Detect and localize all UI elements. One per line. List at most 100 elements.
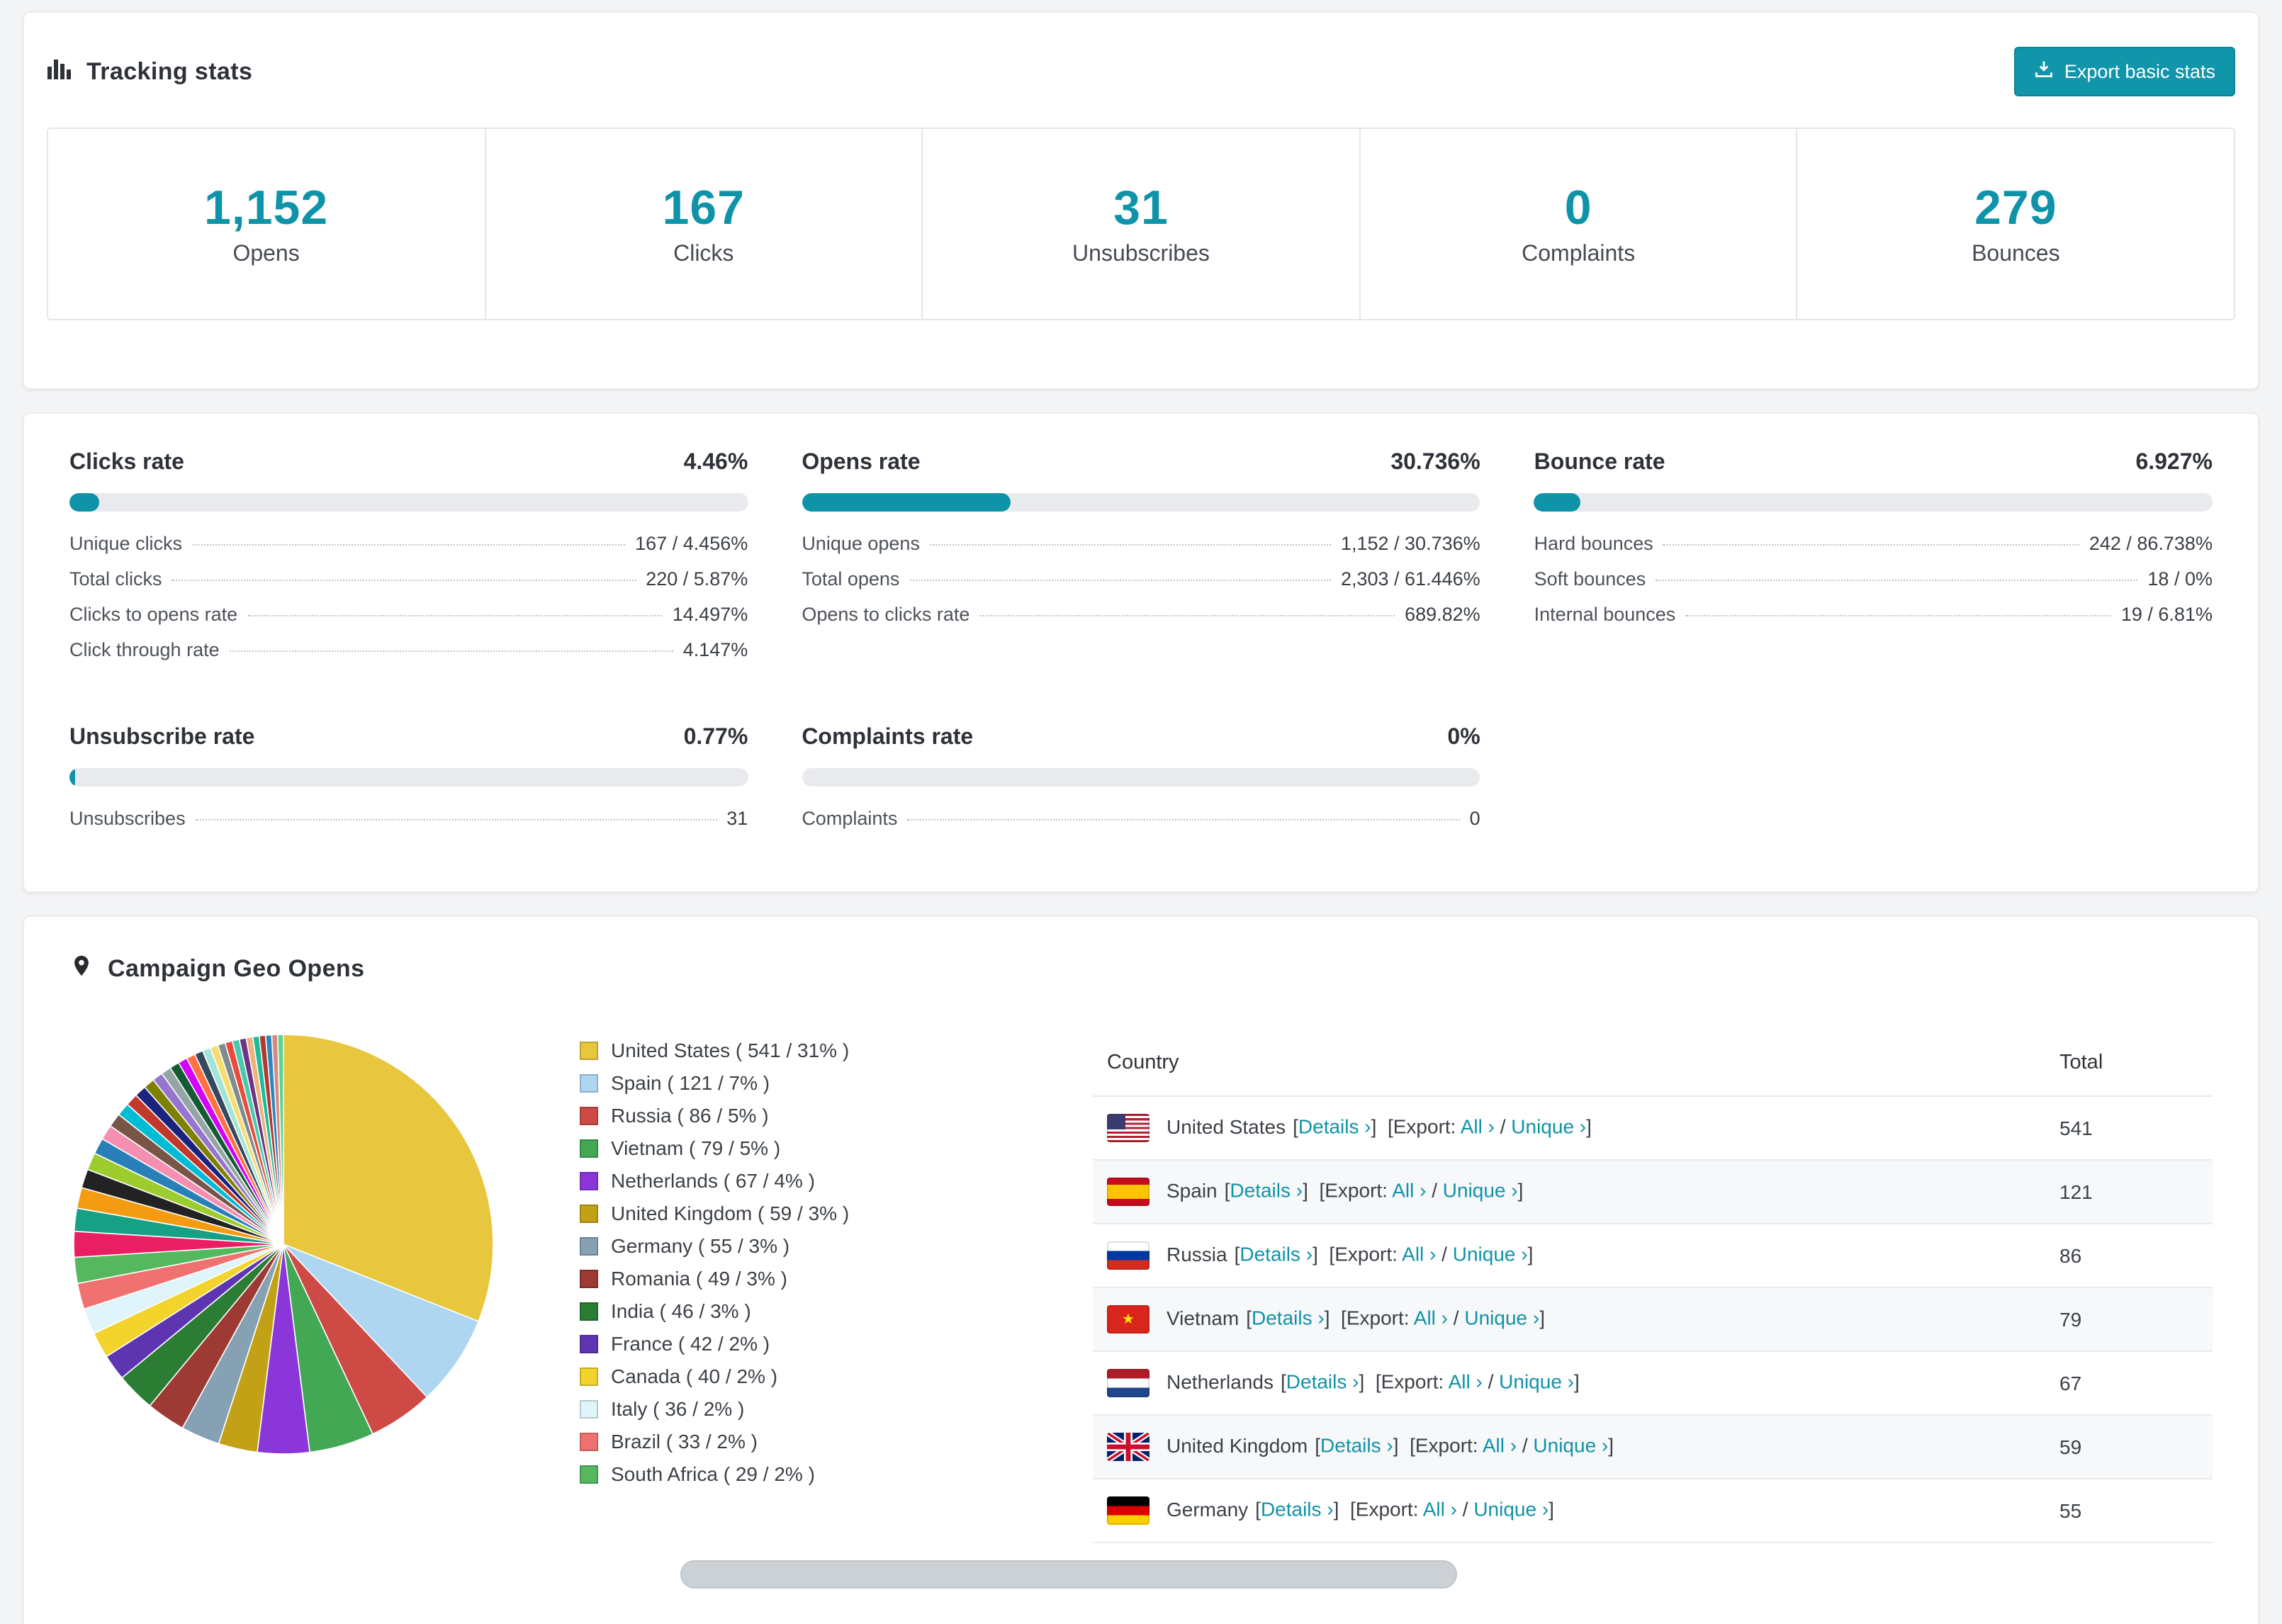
stat-unsubscribes: 31 Unsubscribes bbox=[921, 129, 1359, 319]
geo-table-row: Netherlands [Details ›] [Export: All › / … bbox=[1093, 1351, 2213, 1416]
rate-row: Unsubscribes 31 bbox=[69, 808, 748, 829]
country-name: Spain bbox=[1167, 1178, 1218, 1202]
export-unique-link[interactable]: Unique › bbox=[1453, 1242, 1528, 1265]
export-unique-link[interactable]: Unique › bbox=[1533, 1433, 1608, 1456]
rate-value: 6.927% bbox=[2135, 451, 2213, 475]
rate-row: Unique opens 1,152 / 30.736% bbox=[802, 533, 1480, 554]
progress-bar bbox=[69, 493, 748, 512]
progress-bar bbox=[69, 768, 748, 786]
clicks-rate-panel: Clicks rate 4.46% Unique clicks 167 / 4.4… bbox=[69, 451, 748, 660]
rate-row: Unique clicks 167 / 4.456% bbox=[69, 533, 748, 554]
legend-item: South Africa ( 29 / 2% ) bbox=[580, 1462, 1036, 1485]
stat-opens: 1,152 Opens bbox=[48, 129, 484, 319]
legend-swatch-icon bbox=[580, 1269, 598, 1287]
stat-complaints: 0 Complaints bbox=[1359, 129, 1797, 319]
export-unique-link[interactable]: Unique › bbox=[1499, 1370, 1574, 1392]
export-unique-link[interactable]: Unique › bbox=[1464, 1306, 1539, 1329]
details-link[interactable]: Details › bbox=[1286, 1370, 1359, 1392]
geo-opens-title: Campaign Geo Opens bbox=[108, 955, 365, 982]
country-name: United Kingdom bbox=[1167, 1433, 1308, 1457]
legend-swatch-icon bbox=[580, 1106, 598, 1124]
export-icon bbox=[2035, 60, 2055, 84]
legend-swatch-icon bbox=[580, 1334, 598, 1353]
unsubscribe-rate-panel: Unsubscribe rate 0.77% Unsubscribes 31 bbox=[69, 726, 748, 829]
rate-title: Complaints rate bbox=[802, 726, 974, 750]
export-basic-stats-button[interactable]: Export basic stats bbox=[2014, 47, 2235, 96]
location-pin-icon bbox=[69, 954, 94, 985]
stat-label: Clicks bbox=[673, 242, 734, 266]
rate-row: Clicks to opens rate 14.497% bbox=[69, 604, 748, 625]
rate-row: Opens to clicks rate 689.82% bbox=[802, 604, 1480, 625]
geo-table-row: Spain [Details ›] [Export: All › / Unique… bbox=[1093, 1160, 2213, 1224]
country-name: Vietnam bbox=[1167, 1306, 1240, 1329]
rate-row: Hard bounces 242 / 86.738% bbox=[1534, 533, 2213, 554]
export-unique-link[interactable]: Unique › bbox=[1511, 1115, 1586, 1137]
legend-item: Romania ( 49 / 3% ) bbox=[580, 1267, 1036, 1290]
export-all-link[interactable]: All › bbox=[1483, 1433, 1517, 1456]
export-all-link[interactable]: All › bbox=[1461, 1115, 1495, 1137]
legend-swatch-icon bbox=[580, 1139, 598, 1157]
rate-value: 0% bbox=[1447, 726, 1480, 750]
country-total: 67 bbox=[2045, 1351, 2213, 1416]
rate-title: Clicks rate bbox=[69, 451, 184, 475]
country-total: 541 bbox=[2045, 1096, 2213, 1161]
vn-flag-icon bbox=[1107, 1305, 1150, 1333]
legend-item: France ( 42 / 2% ) bbox=[580, 1332, 1036, 1355]
export-all-link[interactable]: All › bbox=[1402, 1242, 1436, 1265]
rate-title: Unsubscribe rate bbox=[69, 726, 255, 750]
legend-item: Canada ( 40 / 2% ) bbox=[580, 1365, 1036, 1387]
horizontal-scrollbar[interactable] bbox=[680, 1560, 1457, 1589]
legend-swatch-icon bbox=[580, 1367, 598, 1385]
legend-swatch-icon bbox=[580, 1171, 598, 1190]
legend-item: Brazil ( 33 / 2% ) bbox=[580, 1430, 1036, 1453]
country-name: Netherlands bbox=[1167, 1370, 1274, 1393]
legend-label: Germany ( 55 / 3% ) bbox=[611, 1234, 790, 1257]
rate-row: Soft bounces 18 / 0% bbox=[1534, 568, 2213, 590]
export-all-link[interactable]: All › bbox=[1423, 1497, 1457, 1520]
rate-value: 4.46% bbox=[683, 451, 748, 475]
details-link[interactable]: Details › bbox=[1298, 1115, 1371, 1137]
legend-swatch-icon bbox=[580, 1432, 598, 1450]
rate-title: Bounce rate bbox=[1534, 451, 1665, 475]
pie-legend: United States ( 541 / 31% ) Spain ( 121 /… bbox=[580, 1030, 1036, 1495]
geo-table-row: Vietnam[Details ›] [Export: All › / Uniq… bbox=[1093, 1287, 2213, 1352]
export-all-link[interactable]: All › bbox=[1392, 1178, 1426, 1201]
legend-swatch-icon bbox=[580, 1204, 598, 1222]
dashboard-page: Tracking stats Export basic stats 1,152 … bbox=[0, 11, 2282, 1624]
rate-row: Internal bounces 19 / 6.81% bbox=[1534, 604, 2213, 625]
stat-label: Bounces bbox=[1972, 242, 2060, 266]
rate-title: Opens rate bbox=[802, 451, 921, 475]
details-link[interactable]: Details › bbox=[1261, 1497, 1334, 1520]
country-name: Germany bbox=[1167, 1497, 1249, 1521]
country-total: 121 bbox=[2045, 1160, 2213, 1224]
legend-item: Vietnam ( 79 / 5% ) bbox=[580, 1137, 1036, 1159]
geo-table-row: Russia [Details ›] [Export: All › / Uniqu… bbox=[1093, 1224, 2213, 1288]
details-link[interactable]: Details › bbox=[1320, 1433, 1393, 1456]
details-link[interactable]: Details › bbox=[1230, 1178, 1303, 1201]
tracking-stats-card: Tracking stats Export basic stats 1,152 … bbox=[23, 11, 2259, 390]
details-link[interactable]: Details › bbox=[1252, 1306, 1325, 1329]
stat-value: 31 bbox=[1113, 181, 1169, 235]
export-all-link[interactable]: All › bbox=[1449, 1370, 1483, 1392]
legend-item: Netherlands ( 67 / 4% ) bbox=[580, 1169, 1036, 1192]
stat-label: Unsubscribes bbox=[1072, 242, 1210, 266]
legend-label: United States ( 541 / 31% ) bbox=[611, 1039, 850, 1061]
legend-swatch-icon bbox=[580, 1073, 598, 1092]
rates-card: Clicks rate 4.46% Unique clicks 167 / 4.4… bbox=[23, 412, 2259, 893]
details-link[interactable]: Details › bbox=[1240, 1242, 1313, 1265]
rate-row: Total opens 2,303 / 61.446% bbox=[802, 568, 1480, 590]
legend-label: Canada ( 40 / 2% ) bbox=[611, 1365, 778, 1387]
complaints-rate-panel: Complaints rate 0% Complaints 0 bbox=[802, 726, 1480, 829]
stat-bounces: 279 Bounces bbox=[1796, 129, 2234, 319]
export-all-link[interactable]: All › bbox=[1414, 1306, 1448, 1329]
rate-row: Total clicks 220 / 5.87% bbox=[69, 568, 748, 590]
stat-value: 167 bbox=[662, 181, 745, 235]
export-unique-link[interactable]: Unique › bbox=[1473, 1497, 1548, 1520]
legend-item: Spain ( 121 / 7% ) bbox=[580, 1071, 1036, 1094]
nl-flag-icon bbox=[1107, 1369, 1150, 1397]
stat-value: 1,152 bbox=[204, 181, 329, 235]
es-flag-icon bbox=[1107, 1178, 1150, 1206]
total-column-header: Total bbox=[2045, 1030, 2213, 1097]
geo-pie-chart[interactable] bbox=[69, 1030, 498, 1465]
export-unique-link[interactable]: Unique › bbox=[1443, 1178, 1518, 1201]
